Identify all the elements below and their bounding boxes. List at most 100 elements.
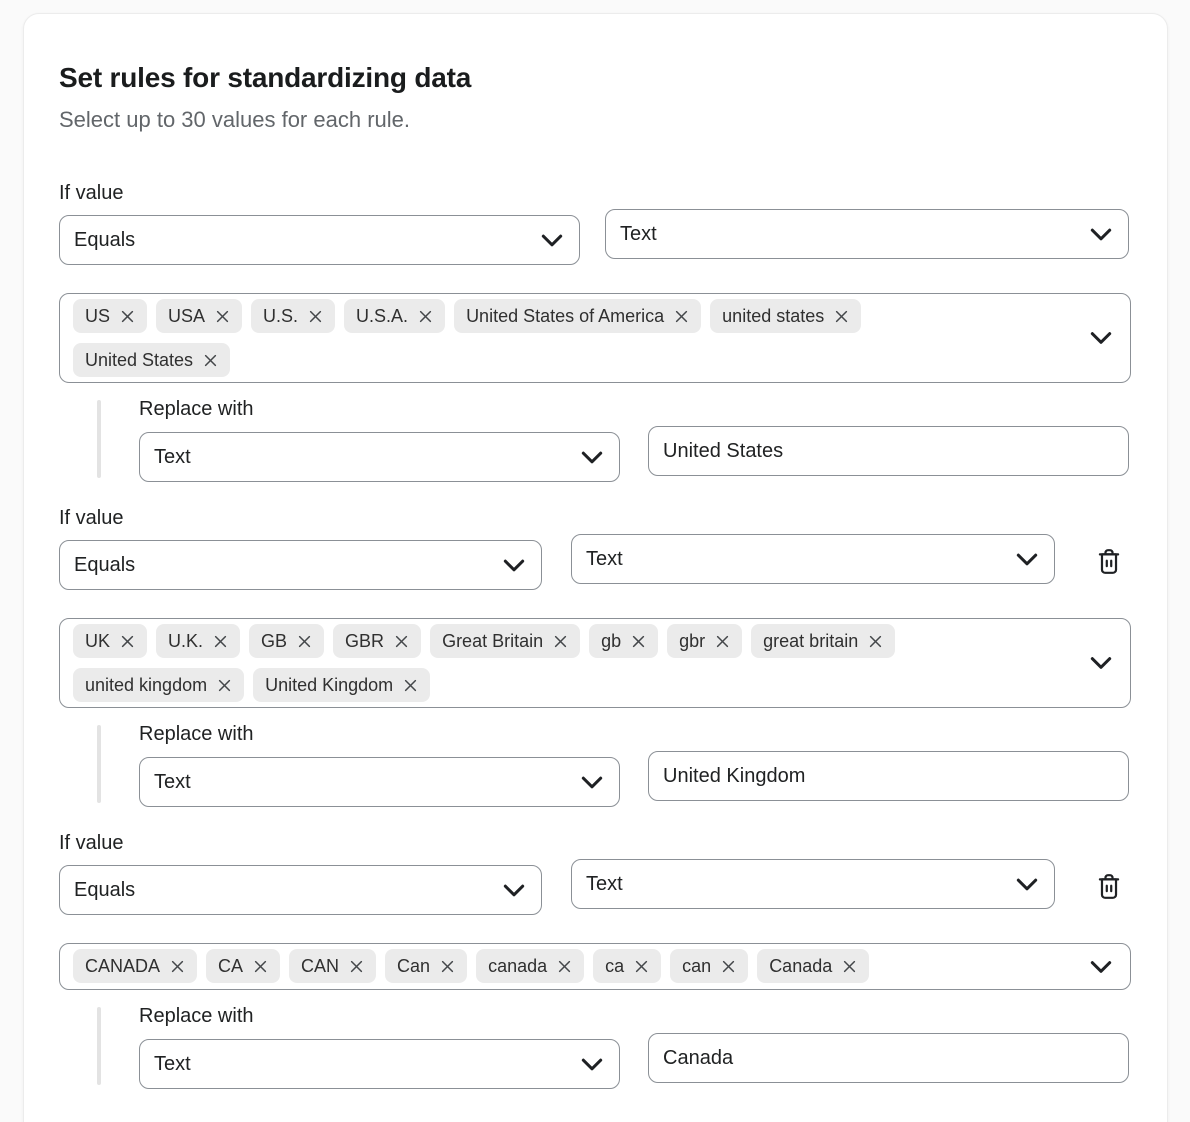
replace-type-select-value: Text — [154, 446, 191, 469]
replace-with-label: Replace with — [139, 398, 1129, 420]
remove-tag-button[interactable] — [307, 308, 323, 324]
replace-with-block: Replace with Text — [59, 723, 1129, 807]
values-multiselect[interactable]: US USA U.S. U.S.A. United States of Amer… — [59, 293, 1131, 383]
chevron-down-icon — [541, 233, 563, 247]
value-tag: United States of America — [454, 299, 701, 333]
condition-select-value: Equals — [74, 554, 135, 577]
value-tag: GBR — [333, 624, 421, 658]
value-tag: Canada — [757, 949, 869, 983]
remove-tag-button[interactable] — [552, 633, 568, 649]
remove-tag-button[interactable] — [630, 633, 646, 649]
chevron-down-icon — [503, 558, 525, 572]
remove-tag-button[interactable] — [417, 308, 433, 324]
trash-icon — [1096, 872, 1122, 901]
rules-card: Set rules for standardizing data Select … — [23, 13, 1168, 1122]
remove-tag-button[interactable] — [202, 352, 218, 368]
replace-type-select[interactable]: Text — [139, 432, 620, 482]
value-tag: Great Britain — [430, 624, 580, 658]
indent-bar — [97, 1007, 101, 1085]
replace-with-label: Replace with — [139, 723, 1129, 745]
replace-type-select[interactable]: Text — [139, 757, 620, 807]
value-tag: CANADA — [73, 949, 197, 983]
rule-section-2: If value Equals Text UK U.K. GB GBR Grea… — [59, 507, 1129, 807]
indent-bar — [97, 725, 101, 803]
remove-tag-button[interactable] — [212, 633, 228, 649]
value-tag: United States — [73, 343, 230, 377]
values-multiselect[interactable]: UK U.K. GB GBR Great Britain gb gbr grea… — [59, 618, 1131, 708]
remove-tag-button[interactable] — [252, 958, 268, 974]
remove-tag-button[interactable] — [119, 633, 135, 649]
value-tag: united states — [710, 299, 861, 333]
replace-type-select[interactable]: Text — [139, 1039, 620, 1089]
value-tag: U.K. — [156, 624, 240, 658]
value-tag: U.S. — [251, 299, 335, 333]
if-value-label: If value — [59, 832, 1129, 854]
value-tag: Can — [385, 949, 467, 983]
value-tag: canada — [476, 949, 584, 983]
chevron-down-icon — [1016, 552, 1038, 566]
remove-tag-button[interactable] — [296, 633, 312, 649]
rule-section-1: If value Equals Text US USA U.S. U.S.A. … — [59, 182, 1129, 482]
replace-type-select-value: Text — [154, 771, 191, 794]
value-tag: gbr — [667, 624, 742, 658]
replace-value-input[interactable] — [648, 751, 1129, 801]
delete-rule-button[interactable] — [1093, 544, 1125, 578]
chevron-down-icon — [581, 775, 603, 789]
value-tag: CAN — [289, 949, 376, 983]
remove-tag-button[interactable] — [214, 308, 230, 324]
value-type-select-value: Text — [620, 223, 657, 246]
replace-with-label: Replace with — [139, 1005, 1129, 1027]
replace-value-input[interactable] — [648, 426, 1129, 476]
condition-select[interactable]: Equals — [59, 540, 542, 590]
value-tag: U.S.A. — [344, 299, 445, 333]
remove-tag-button[interactable] — [867, 633, 883, 649]
value-tag: CA — [206, 949, 280, 983]
remove-tag-button[interactable] — [393, 633, 409, 649]
remove-tag-button[interactable] — [720, 958, 736, 974]
value-type-select[interactable]: Text — [571, 859, 1055, 909]
value-tag: US — [73, 299, 147, 333]
remove-tag-button[interactable] — [841, 958, 857, 974]
chevron-down-icon — [1090, 960, 1112, 973]
remove-tag-button[interactable] — [556, 958, 572, 974]
condition-select-value: Equals — [74, 229, 135, 252]
chevron-down-icon — [1090, 657, 1112, 670]
remove-tag-button[interactable] — [216, 677, 232, 693]
value-type-select-value: Text — [586, 873, 623, 896]
value-tag: can — [670, 949, 748, 983]
remove-tag-button[interactable] — [439, 958, 455, 974]
page-title: Set rules for standardizing data — [59, 61, 1129, 94]
value-tag: great britain — [751, 624, 895, 658]
values-multiselect[interactable]: CANADA CA CAN Can canada ca can Canada — [59, 943, 1131, 990]
chevron-down-icon — [1090, 332, 1112, 345]
remove-tag-button[interactable] — [714, 633, 730, 649]
value-type-select-value: Text — [586, 548, 623, 571]
chevron-down-icon — [1016, 877, 1038, 891]
condition-select-value: Equals — [74, 879, 135, 902]
value-type-select[interactable]: Text — [605, 209, 1129, 259]
value-tag: GB — [249, 624, 324, 658]
tag-list: UK U.K. GB GBR Great Britain gb gbr grea… — [60, 619, 1130, 707]
remove-tag-button[interactable] — [833, 308, 849, 324]
replace-value-input[interactable] — [648, 1033, 1129, 1083]
indent-bar — [97, 400, 101, 478]
value-tag: UK — [73, 624, 147, 658]
remove-tag-button[interactable] — [119, 308, 135, 324]
replace-with-block: Replace with Text — [59, 398, 1129, 482]
if-value-label: If value — [59, 182, 1129, 204]
remove-tag-button[interactable] — [633, 958, 649, 974]
remove-tag-button[interactable] — [402, 677, 418, 693]
remove-tag-button[interactable] — [169, 958, 185, 974]
value-type-select[interactable]: Text — [571, 534, 1055, 584]
value-tag: United Kingdom — [253, 668, 430, 702]
chevron-down-icon — [581, 450, 603, 464]
if-value-label: If value — [59, 507, 1129, 529]
remove-tag-button[interactable] — [673, 308, 689, 324]
condition-select[interactable]: Equals — [59, 865, 542, 915]
chevron-down-icon — [581, 1057, 603, 1071]
remove-tag-button[interactable] — [348, 958, 364, 974]
value-tag: ca — [593, 949, 661, 983]
condition-select[interactable]: Equals — [59, 215, 580, 265]
chevron-down-icon — [503, 883, 525, 897]
delete-rule-button[interactable] — [1093, 869, 1125, 903]
